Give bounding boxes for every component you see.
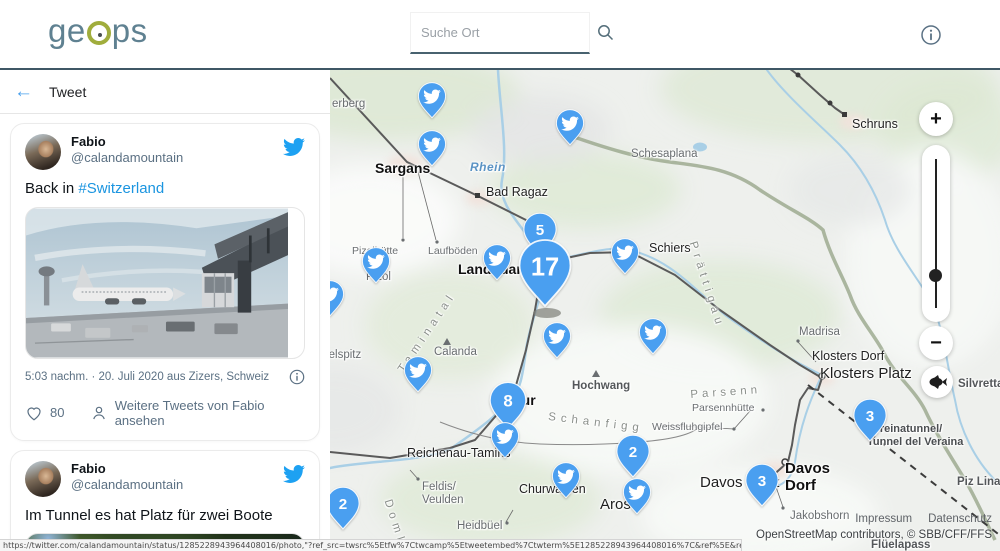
map-canvas[interactable]: erbergSargansRheinBad RagazSchesaplanaSc… <box>330 70 1000 551</box>
map-label-hochwang: Hochwang <box>572 380 630 393</box>
link-status-bar: https://twitter.com/calandamountain/stat… <box>0 539 742 551</box>
attribution-text: OpenStreetMap contributors, © SBB/CFF/FF… <box>756 529 992 541</box>
tweet-pin-marker[interactable] <box>621 477 653 517</box>
like-count: 80 <box>50 405 64 420</box>
search-box[interactable] <box>410 12 590 54</box>
info-icon[interactable] <box>920 24 942 46</box>
zoom-slider-thumb[interactable] <box>929 269 942 282</box>
zoom-slider[interactable] <box>922 145 950 322</box>
svg-text:8: 8 <box>503 392 512 411</box>
svg-text:2: 2 <box>629 444 637 461</box>
impressum-link[interactable]: Impressum <box>855 513 912 525</box>
tweet-pin-marker[interactable] <box>489 421 521 461</box>
map-label-erberg: erberg <box>332 98 365 111</box>
tweet-cluster-marker[interactable]: 17 <box>515 237 575 312</box>
tweet-pin-marker[interactable] <box>609 237 641 277</box>
tweet-cluster-marker[interactable]: 2 <box>330 485 362 533</box>
map-label-laufb-den: Laufböden <box>428 245 478 257</box>
tweet-pin-marker[interactable] <box>416 81 448 121</box>
tweet-pin-marker[interactable] <box>550 461 582 501</box>
map-label-klosters-dorf: Klosters Dorf <box>812 349 884 363</box>
tweet-cluster-marker[interactable]: 3 <box>743 462 781 510</box>
tweet-pin-marker[interactable] <box>554 108 586 148</box>
hashtag-link[interactable]: #Switzerland <box>78 180 164 197</box>
datenschutz-link[interactable]: Datenschutz <box>928 513 992 525</box>
tweet-pin-marker[interactable] <box>402 355 434 395</box>
map-label-silvretta: Silvretta <box>958 378 1000 391</box>
map-label-feldis: Feldis/Veulden <box>422 481 464 507</box>
like-heart-icon[interactable] <box>25 404 43 422</box>
map-label-piz-linard: Piz Linard <box>957 476 1000 489</box>
fly-icon[interactable] <box>921 366 953 398</box>
back-arrow-icon[interactable]: ← <box>14 82 33 101</box>
status-url: https://twitter.com/calandamountain/stat… <box>0 540 741 551</box>
map-label-weissfluhgipfel: Weissfluhgipfel <box>652 421 722 433</box>
app: geps ← Tweet Fabio @calandamountain <box>0 0 1000 551</box>
tweet-pin-marker[interactable] <box>541 321 573 361</box>
map-label-rhein: Rhein <box>470 161 506 175</box>
map-label-schesaplana: Schesaplana <box>631 148 698 161</box>
twitter-logo-icon[interactable] <box>283 463 305 490</box>
tweet-text: Back in #Switzerland <box>25 179 305 199</box>
map-label-calanda: Calanda <box>434 346 477 359</box>
tweet-author: Fabio <box>71 134 283 150</box>
tweet-text: Im Tunnel es hat Platz für zwei Boote <box>25 506 305 526</box>
map-attribution: Impressum Datenschutz OpenStreetMap cont… <box>756 513 992 541</box>
map-label-davos: DavosDorf <box>785 460 830 495</box>
tweet-meta: 5:03 nachm. · 20. Juli 2020 aus Zizers, … <box>25 371 269 383</box>
tweet-card[interactable]: Fabio @calandamountain Back in #Switzerl… <box>10 123 320 441</box>
tweet-author: Fabio <box>71 461 283 477</box>
zoom-in-button[interactable]: + <box>919 102 953 136</box>
svg-text:3: 3 <box>758 473 766 490</box>
tweet-pin-marker[interactable] <box>481 243 513 283</box>
map-label-schruns: Schruns <box>852 117 898 131</box>
tweet-pin-marker[interactable] <box>330 279 346 319</box>
geops-logo: geps <box>48 14 148 47</box>
map-label-ringelspitz: Ringelspitz <box>330 349 361 362</box>
map-label-madrisa: Madrisa <box>799 326 840 339</box>
map-label-bad-ragaz: Bad Ragaz <box>486 185 548 199</box>
tweet-cluster-marker[interactable]: 2 <box>614 433 652 481</box>
avatar <box>25 134 61 170</box>
panel-title: Tweet <box>49 84 86 100</box>
tweet-photo[interactable] <box>25 207 305 359</box>
logo-text-right: ps <box>112 14 148 47</box>
logo-text-left: ge <box>48 14 86 47</box>
tweet-cluster-marker[interactable]: 3 <box>851 397 889 445</box>
svg-text:3: 3 <box>866 408 874 425</box>
tweet-pin-marker[interactable] <box>360 246 392 286</box>
map-label-heidb-el: Heidbüel <box>457 520 502 533</box>
search-icon[interactable] <box>597 24 614 41</box>
map-label-klosters-platz: Klosters Platz <box>820 365 912 382</box>
search-input[interactable] <box>421 25 597 40</box>
zoom-slider-track <box>935 159 937 308</box>
map-label-parsennh-tte: Parsennhütte <box>692 402 754 414</box>
app-header: geps <box>0 0 1000 70</box>
zoom-out-button[interactable]: − <box>919 326 953 360</box>
svg-text:2: 2 <box>339 496 347 513</box>
svg-text:17: 17 <box>531 253 559 281</box>
avatar <box>25 461 61 497</box>
more-tweets-link[interactable]: Weitere Tweets von Fabio ansehen <box>115 398 305 428</box>
tweet-card[interactable]: Fabio @calandamountain Im Tunnel es hat … <box>10 450 320 551</box>
person-icon <box>90 404 108 422</box>
airport-photo-art <box>26 208 288 358</box>
twitter-logo-icon[interactable] <box>283 136 305 163</box>
tweet-sidebar: ← Tweet Fabio @calandamountain Back in #… <box>0 70 330 551</box>
tweet-handle: @calandamountain <box>71 477 283 493</box>
tweet-pin-marker[interactable] <box>416 129 448 169</box>
tweet-info-icon[interactable] <box>289 369 305 385</box>
panel-header: ← Tweet <box>0 70 330 114</box>
logo-ring-icon <box>87 21 111 45</box>
tweet-pin-marker[interactable] <box>637 317 669 357</box>
tweet-handle: @calandamountain <box>71 150 283 166</box>
